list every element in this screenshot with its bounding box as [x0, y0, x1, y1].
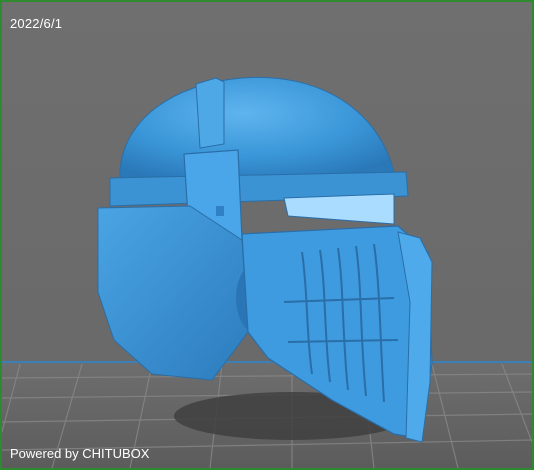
- mount-screw-hole: [216, 206, 224, 216]
- helmet-dome: [119, 76, 395, 181]
- visor-slot: [283, 193, 395, 225]
- preview-window-frame: 2022/6/1 Powered by CHITUBOX: [0, 0, 534, 470]
- 3d-viewport[interactable]: 2022/6/1 Powered by CHITUBOX: [2, 2, 532, 468]
- top-mount-strap: [195, 77, 225, 149]
- powered-by-watermark: Powered by CHITUBOX: [10, 446, 150, 461]
- date-stamp: 2022/6/1: [10, 16, 63, 31]
- scene-canvas[interactable]: [2, 2, 532, 468]
- skull-face: [97, 205, 249, 381]
